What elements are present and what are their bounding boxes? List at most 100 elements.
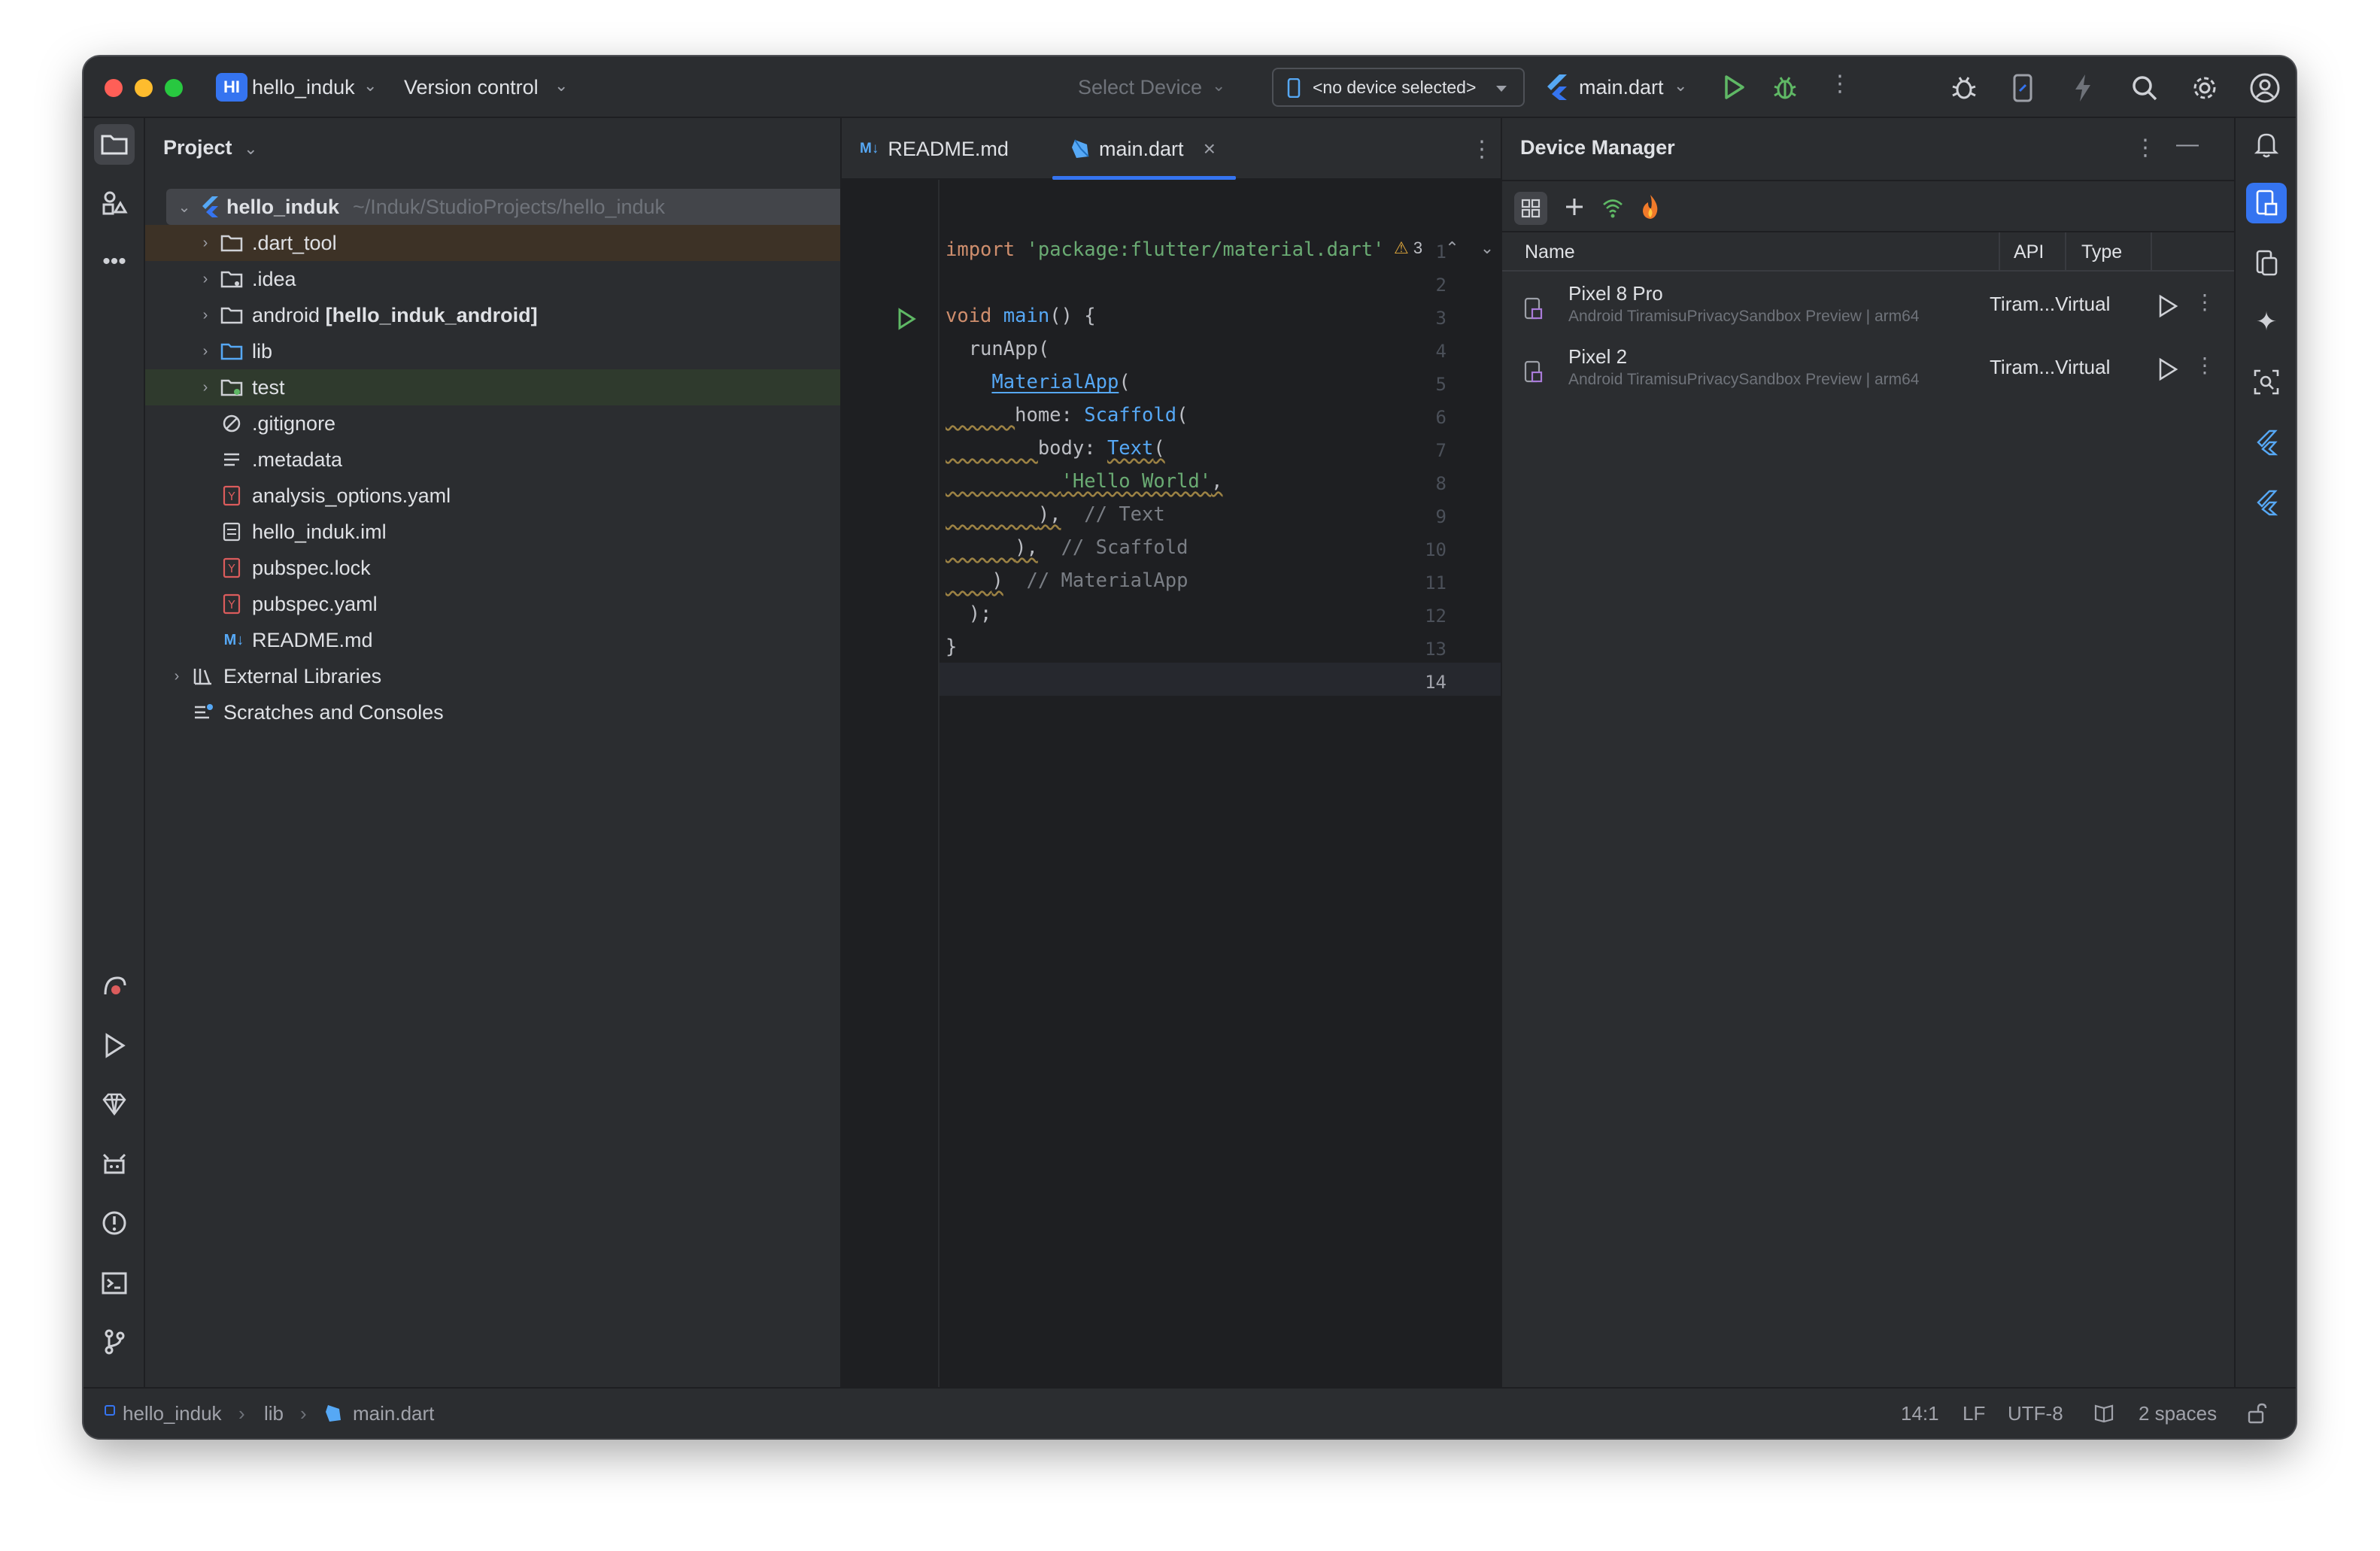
hide-panel-icon[interactable]: —: [2176, 132, 2199, 157]
minimize-window-button[interactable]: [135, 79, 153, 97]
attach-debugger-icon[interactable]: [1949, 73, 1979, 103]
tree-item-iml[interactable]: hello_induk.iml: [145, 514, 902, 550]
code-line-11[interactable]: ) // MaterialApp: [946, 569, 1188, 592]
more-tools-icon[interactable]: •••: [94, 241, 135, 282]
panel-options-icon[interactable]: ⋮: [2134, 135, 2157, 161]
run-configuration[interactable]: main.dart: [1579, 76, 1664, 99]
code-line-1[interactable]: import 'package:flutter/material.dart': [946, 238, 1384, 261]
device-selector[interactable]: <no device selected>: [1272, 68, 1525, 107]
run-icon[interactable]: [1722, 74, 1746, 100]
tree-item-scratches[interactable]: Scratches and Consoles: [145, 694, 902, 730]
launch-device-icon[interactable]: [2157, 294, 2179, 318]
device-row[interactable]: Pixel 2 Android TiramisuPrivacySandbox P…: [1502, 338, 2234, 401]
next-highlight-icon[interactable]: ⌄: [1480, 238, 1494, 257]
close-tab-icon[interactable]: ×: [1204, 137, 1216, 161]
logcat-button[interactable]: [94, 1144, 135, 1185]
chevron-right-icon[interactable]: ›: [198, 379, 213, 396]
unlock-icon[interactable]: [2247, 1402, 2268, 1425]
column-api[interactable]: API: [2014, 241, 2044, 263]
project-badge[interactable]: HI: [216, 73, 247, 102]
close-window-button[interactable]: [105, 79, 123, 97]
tree-item-idea[interactable]: › .idea: [145, 261, 902, 297]
breadcrumb-file[interactable]: main.dart: [353, 1402, 434, 1425]
layout-inspector-button[interactable]: [2246, 362, 2287, 402]
notifications-button[interactable]: [2246, 124, 2287, 165]
reader-mode-icon[interactable]: [2093, 1404, 2114, 1423]
version-control-menu[interactable]: Version control: [404, 76, 539, 99]
tab-main-dart[interactable]: main.dart ×: [1052, 118, 1236, 180]
file-encoding[interactable]: UTF-8: [2008, 1402, 2063, 1425]
flutter-outline-button[interactable]: [2246, 482, 2287, 523]
device-mirroring-icon[interactable]: [2011, 73, 2035, 103]
device-manager-tool-button[interactable]: [2246, 183, 2287, 223]
tree-item-readme[interactable]: M↓ README.md: [145, 622, 902, 658]
problems-button[interactable]: [94, 1203, 135, 1243]
caret-position[interactable]: 14:1: [1901, 1402, 1939, 1425]
version-control-button[interactable]: [94, 1322, 135, 1362]
device-row[interactable]: Pixel 8 Pro Android TiramisuPrivacySandb…: [1502, 275, 2234, 338]
tree-item-test[interactable]: › test: [145, 369, 902, 405]
tree-item-pubspec-yaml[interactable]: Y pubspec.yaml: [145, 586, 902, 622]
chevron-down-icon[interactable]: ⌄: [554, 76, 568, 96]
device-options-icon[interactable]: ⋮: [2194, 290, 2215, 314]
previous-highlight-icon[interactable]: ⌃: [1445, 238, 1459, 257]
settings-gear-icon[interactable]: [2190, 73, 2220, 103]
tab-readme[interactable]: M↓ README.md: [860, 118, 1009, 180]
column-type[interactable]: Type: [2081, 241, 2122, 263]
search-icon[interactable]: [2130, 73, 2160, 103]
resource-manager-button[interactable]: [94, 183, 135, 223]
line-separator[interactable]: LF: [1963, 1402, 1985, 1425]
chevron-right-icon[interactable]: ›: [198, 343, 213, 360]
chevron-right-icon[interactable]: ›: [198, 307, 213, 324]
flutter-inspector-button[interactable]: [2246, 422, 2287, 463]
code-line-3[interactable]: void main() {: [946, 305, 1096, 327]
code-line-5[interactable]: MaterialApp(: [946, 371, 1130, 393]
add-device-icon[interactable]: [1564, 196, 1588, 220]
project-switcher[interactable]: hello_induk: [252, 76, 355, 99]
tab-options-icon[interactable]: ⋮: [1471, 136, 1493, 162]
run-tool-button[interactable]: [94, 1025, 135, 1066]
chevron-right-icon[interactable]: ›: [169, 668, 184, 685]
chevron-down-icon[interactable]: ⌄: [363, 76, 377, 96]
device-options-icon[interactable]: ⋮: [2194, 353, 2215, 378]
group-devices-button[interactable]: [1514, 192, 1547, 225]
indent-setting[interactable]: 2 spaces: [2139, 1402, 2217, 1425]
tree-item-android[interactable]: › android [hello_induk_android]: [145, 297, 902, 333]
project-view-selector[interactable]: Project ⌄: [163, 136, 258, 159]
wifi-pairing-icon[interactable]: [1600, 195, 1626, 220]
tree-item-lib[interactable]: › lib: [145, 333, 902, 369]
flutter-inspector-button[interactable]: [94, 965, 135, 1006]
firebase-icon[interactable]: [1639, 193, 1662, 220]
code-line-12[interactable]: );: [946, 602, 992, 625]
column-name[interactable]: Name: [1525, 241, 1575, 263]
running-devices-button[interactable]: [2246, 243, 2287, 284]
tree-item-analysis-options[interactable]: Y analysis_options.yaml: [145, 478, 902, 514]
breadcrumb-project[interactable]: hello_induk: [123, 1402, 222, 1425]
code-line-4[interactable]: runApp(: [946, 338, 1049, 360]
tree-item-metadata[interactable]: .metadata: [145, 442, 902, 478]
apply-changes-icon[interactable]: [2072, 73, 2093, 103]
chevron-right-icon[interactable]: ›: [198, 235, 213, 252]
launch-device-icon[interactable]: [2157, 357, 2179, 381]
code-line-10[interactable]: ), // Scaffold: [946, 536, 1188, 559]
warnings-indicator[interactable]: ⚠ 3 ⌃ ⌄: [1394, 238, 1494, 258]
breadcrumb-lib[interactable]: lib: [264, 1402, 284, 1425]
code-line-13[interactable]: }: [946, 636, 957, 658]
chevron-down-icon[interactable]: ⌄: [1674, 76, 1687, 96]
code-line-6[interactable]: home: Scaffold(: [946, 404, 1188, 426]
chevron-down-icon[interactable]: ⌄: [177, 198, 192, 217]
account-icon[interactable]: [2248, 71, 2281, 105]
code-line-9[interactable]: ), // Text: [946, 503, 1165, 526]
more-actions-icon[interactable]: ⋮: [1829, 73, 1851, 96]
gemini-sparkle-icon[interactable]: ✦: [2246, 302, 2287, 342]
build-variants-button[interactable]: [94, 1084, 135, 1125]
tree-item-external-libraries[interactable]: › External Libraries: [145, 658, 902, 694]
tree-item-gitignore[interactable]: .gitignore: [145, 405, 902, 442]
terminal-button[interactable]: [94, 1263, 135, 1304]
chevron-down-icon[interactable]: ⌄: [1212, 76, 1225, 96]
run-main-gutter-icon[interactable]: [896, 308, 917, 330]
tree-item-pubspec-lock[interactable]: Y pubspec.lock: [145, 550, 902, 586]
chevron-right-icon[interactable]: ›: [198, 271, 213, 288]
debug-icon[interactable]: [1771, 73, 1799, 102]
select-device-dropdown[interactable]: Select Device: [1078, 76, 1202, 99]
